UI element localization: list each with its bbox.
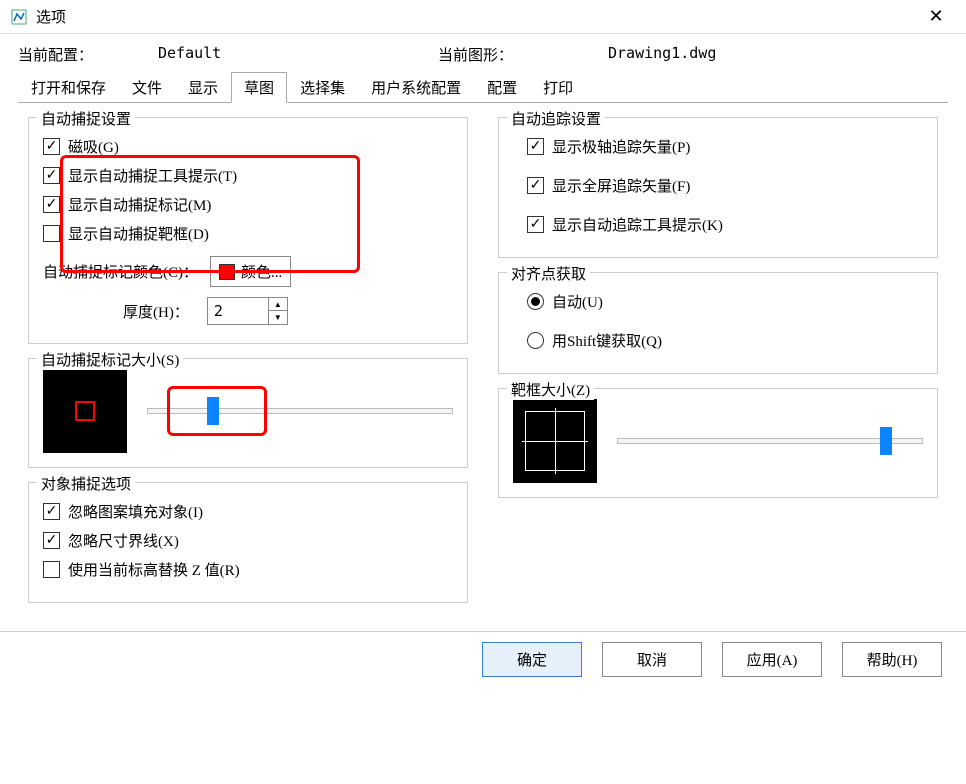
autosnap-title: 自动捕捉设置 [37, 108, 135, 129]
close-icon[interactable]: ✕ [916, 6, 956, 27]
button-bar: 确定 取消 应用(A) 帮助(H) [0, 631, 966, 687]
aperture-size-group: 靶框大小(Z) [498, 388, 938, 498]
ok-button[interactable]: 确定 [482, 642, 582, 677]
tab-print[interactable]: 打印 [530, 72, 586, 103]
marker-size-group: 自动捕捉标记大小(S) [28, 358, 468, 468]
color-button[interactable]: 颜色... [210, 256, 291, 287]
cb-magnet-label: 磁吸(G) [68, 136, 119, 157]
cb-zreplace[interactable] [43, 561, 60, 578]
grid-square-icon [525, 411, 585, 471]
radio-auto[interactable] [527, 293, 544, 310]
titlebar: 选项 ✕ [0, 0, 966, 34]
tab-sketch[interactable]: 草图 [231, 72, 287, 103]
marker-preview [43, 369, 127, 453]
align-title: 对齐点获取 [507, 263, 590, 284]
info-row: 当前配置： Default 当前图形： Drawing1.dwg [0, 34, 966, 71]
tab-config[interactable]: 配置 [474, 72, 530, 103]
cb-snap-tooltip-label: 显示自动捕捉工具提示(T) [68, 165, 237, 186]
cb-snap-aperture-label: 显示自动捕捉靶框(D) [68, 223, 209, 244]
window-title: 选项 [36, 6, 916, 27]
autosnap-group: 自动捕捉设置 磁吸(G) 显示自动捕捉工具提示(T) 显示自动捕捉标记(M) 显… [28, 117, 468, 344]
cb-zreplace-label: 使用当前标高替换 Z 值(R) [68, 559, 240, 580]
spinner-down-icon[interactable]: ▼ [269, 311, 287, 324]
tab-selection[interactable]: 选择集 [287, 72, 358, 103]
cb-ignore-dim[interactable] [43, 532, 60, 549]
tab-open-save[interactable]: 打开和保存 [18, 72, 119, 103]
thickness-label: 厚度(H)： [123, 301, 189, 322]
spinner-up-icon[interactable]: ▲ [269, 298, 287, 311]
autotrack-title: 自动追踪设置 [507, 108, 605, 129]
marker-slider[interactable] [147, 408, 453, 414]
cb-snap-marker-label: 显示自动捕捉标记(M) [68, 194, 211, 215]
cb-track-tooltip[interactable] [527, 216, 544, 233]
radio-shift-label: 用Shift键获取(Q) [552, 330, 662, 351]
aperture-slider-thumb[interactable] [880, 427, 892, 455]
help-button[interactable]: 帮助(H) [842, 642, 942, 677]
thickness-spinner[interactable]: ▲▼ [207, 297, 288, 325]
cb-ignore-hatch-label: 忽略图案填充对象(I) [68, 501, 203, 522]
align-group: 对齐点获取 自动(U) 用Shift键获取(Q) [498, 272, 938, 374]
radio-auto-label: 自动(U) [552, 291, 603, 312]
cb-fullscreen-label: 显示全屏追踪矢量(F) [552, 175, 690, 196]
cb-fullscreen[interactable] [527, 177, 544, 194]
aperture-size-title: 靶框大小(Z) [507, 379, 594, 400]
color-swatch [219, 264, 235, 280]
marker-slider-thumb[interactable] [207, 397, 219, 425]
profile-value: Default [158, 44, 438, 65]
autotrack-group: 自动追踪设置 显示极轴追踪矢量(P) 显示全屏追踪矢量(F) 显示自动追踪工具提… [498, 117, 938, 258]
radio-shift[interactable] [527, 332, 544, 349]
cb-snap-marker[interactable] [43, 196, 60, 213]
aperture-slider[interactable] [617, 438, 923, 444]
cb-polar[interactable] [527, 138, 544, 155]
tab-user[interactable]: 用户系统配置 [358, 72, 474, 103]
osnap-opts-title: 对象捕捉选项 [37, 473, 135, 494]
thickness-input[interactable] [208, 298, 268, 324]
drawing-label: 当前图形： [438, 44, 608, 65]
app-icon [10, 8, 28, 26]
cb-snap-aperture[interactable] [43, 225, 60, 242]
tab-bar: 打开和保存 文件 显示 草图 选择集 用户系统配置 配置 打印 [18, 71, 948, 103]
red-square-icon [75, 401, 95, 421]
drawing-value: Drawing1.dwg [608, 44, 888, 65]
cb-magnet[interactable] [43, 138, 60, 155]
cb-ignore-dim-label: 忽略尺寸界线(X) [68, 530, 179, 551]
cb-track-tooltip-label: 显示自动追踪工具提示(K) [552, 214, 723, 235]
tab-display[interactable]: 显示 [175, 72, 231, 103]
marker-size-title: 自动捕捉标记大小(S) [37, 349, 183, 370]
profile-label: 当前配置： [18, 44, 158, 65]
tab-file[interactable]: 文件 [119, 72, 175, 103]
apply-button[interactable]: 应用(A) [722, 642, 822, 677]
cb-polar-label: 显示极轴追踪矢量(P) [552, 136, 690, 157]
color-label: 自动捕捉标记颜色(C)： [43, 261, 198, 282]
aperture-preview [513, 399, 597, 483]
osnap-opts-group: 对象捕捉选项 忽略图案填充对象(I) 忽略尺寸界线(X) 使用当前标高替换 Z … [28, 482, 468, 603]
color-btn-label: 颜色... [241, 261, 282, 282]
cancel-button[interactable]: 取消 [602, 642, 702, 677]
cb-ignore-hatch[interactable] [43, 503, 60, 520]
cb-snap-tooltip[interactable] [43, 167, 60, 184]
